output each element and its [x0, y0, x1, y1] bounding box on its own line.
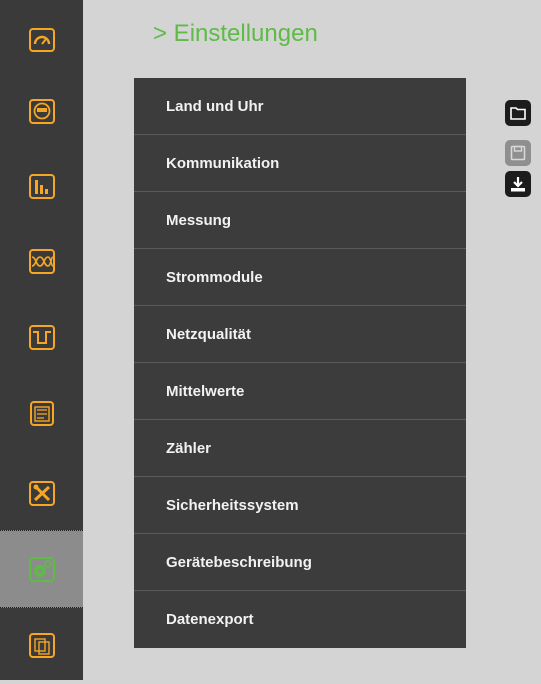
- menu-item-land-und-uhr[interactable]: Land und Uhr: [134, 78, 466, 135]
- menu-item-kommunikation[interactable]: Kommunikation: [134, 135, 466, 192]
- download-button[interactable]: [505, 171, 531, 197]
- sidebar: [0, 0, 83, 680]
- menu-item-messung[interactable]: Messung: [134, 192, 466, 249]
- menu-item-sicherheitssystem[interactable]: Sicherheitssystem: [134, 477, 466, 534]
- settings-gear-icon: [28, 557, 55, 582]
- sidebar-item-measurements[interactable]: [0, 72, 83, 150]
- sidebar-item-settings[interactable]: [0, 530, 83, 608]
- menu-item-strommodule[interactable]: Strommodule: [134, 249, 466, 306]
- save-icon: [510, 145, 526, 161]
- sidebar-item-tools[interactable]: [0, 454, 83, 532]
- menu-item-netzqualitaet[interactable]: Netzqualität: [134, 306, 466, 363]
- open-file-button[interactable]: [505, 100, 531, 126]
- settings-menu: Land und Uhr Kommunikation Messung Strom…: [134, 78, 466, 648]
- apps-icon: [28, 633, 55, 658]
- page-title: > Einstellungen: [153, 20, 318, 47]
- bar-chart-icon: [28, 174, 55, 199]
- menu-item-zaehler[interactable]: Zähler: [134, 420, 466, 477]
- sidebar-item-power-quality[interactable]: [0, 298, 83, 376]
- save-button[interactable]: [505, 140, 531, 166]
- event-list-icon: [29, 401, 54, 426]
- folder-open-icon: [510, 107, 526, 120]
- sidebar-item-event-list[interactable]: [0, 374, 83, 452]
- sidebar-item-apps[interactable]: [0, 606, 83, 684]
- sidebar-item-overview[interactable]: [0, 0, 83, 78]
- dip-signal-icon: [28, 325, 55, 350]
- download-icon: [511, 177, 525, 192]
- sidebar-item-bar-chart[interactable]: [0, 147, 83, 225]
- gauge-icon: [28, 28, 55, 52]
- tools-icon: [28, 481, 55, 506]
- meter-icon: [28, 99, 55, 124]
- menu-item-geraetebeschreibung[interactable]: Gerätebeschreibung: [134, 534, 466, 591]
- sidebar-item-waveform[interactable]: [0, 222, 83, 300]
- menu-item-datenexport[interactable]: Datenexport: [134, 591, 466, 648]
- menu-item-mittelwerte[interactable]: Mittelwerte: [134, 363, 466, 420]
- waveform-icon: [28, 249, 55, 274]
